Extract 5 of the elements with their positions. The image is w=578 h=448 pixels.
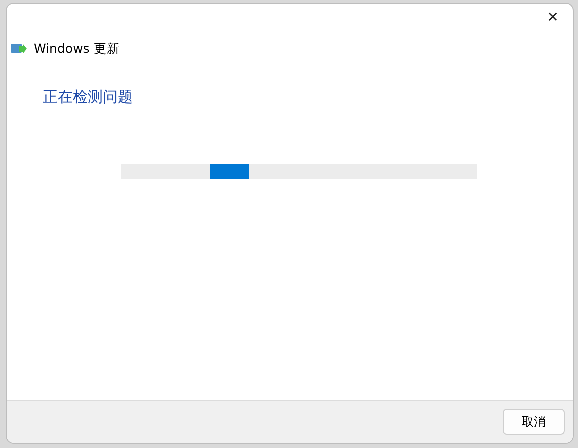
status-heading: 正在检测问题	[43, 87, 134, 108]
window-title: Windows 更新	[34, 40, 120, 58]
app-icon	[11, 43, 28, 55]
close-button[interactable]: ✕	[533, 4, 573, 32]
cancel-button[interactable]: 取消	[503, 409, 565, 435]
